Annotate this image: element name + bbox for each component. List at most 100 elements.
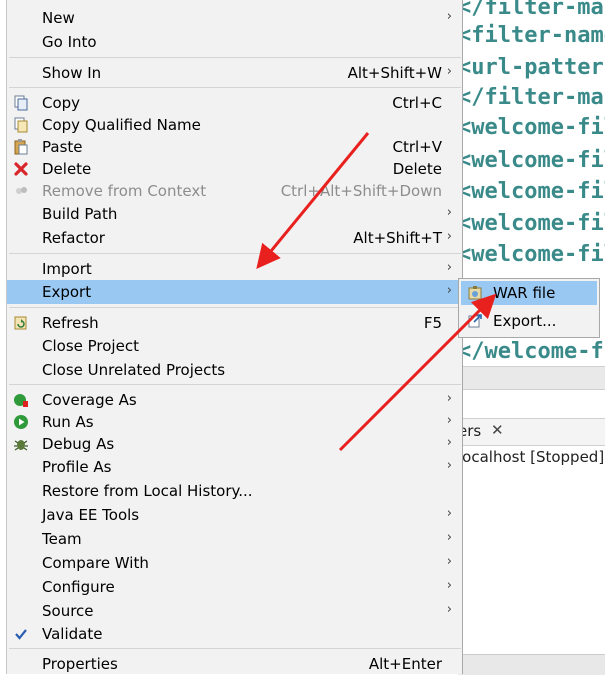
- code-line: <filter-name: [458, 22, 605, 50]
- menu-item-close-project[interactable]: Close Project: [7, 334, 462, 358]
- submenu-arrow-icon: ›: [446, 283, 452, 298]
- menu-item-label: Copy Qualified Name: [42, 116, 201, 134]
- close-icon[interactable]: ✕: [491, 421, 504, 439]
- submenu-item-label: WAR file: [493, 284, 556, 302]
- menu-item-label: Profile As: [42, 458, 112, 476]
- menu-item-go-into[interactable]: Go Into: [7, 30, 462, 54]
- menu-item-label: Debug As: [42, 435, 115, 453]
- menu-item-debug-as[interactable]: Debug As ›: [7, 432, 462, 456]
- menu-item-label: Team: [42, 530, 82, 548]
- menu-item-label: Restore from Local History...: [42, 482, 253, 500]
- context-menu: New › Go Into Show In Alt+Shift+W › Copy…: [6, 0, 463, 674]
- xml-tag: </filter-mapping>: [458, 85, 605, 110]
- code-line: <welcome-file>in: [458, 147, 605, 175]
- menu-item-close-unrelated-projects[interactable]: Close Unrelated Projects: [7, 358, 462, 382]
- export-submenu: WAR file Export...: [458, 278, 600, 338]
- menu-item-export[interactable]: Export ›: [7, 280, 462, 304]
- xml-tag: </welcome-file-lis: [458, 339, 605, 364]
- submenu-item-export[interactable]: Export...: [461, 309, 597, 333]
- submenu-arrow-icon: ›: [446, 391, 452, 406]
- menu-item-refactor[interactable]: Refactor Alt+Shift+T ›: [7, 226, 462, 250]
- menu-item-show-in[interactable]: Show In Alt+Shift+W ›: [7, 61, 462, 85]
- xml-tag: <filter-name: [458, 23, 605, 48]
- menu-item-restore-from-local-history[interactable]: Restore from Local History...: [7, 479, 462, 503]
- bug-icon: [13, 436, 29, 452]
- shortcut-label: Alt+Shift+W: [347, 64, 442, 82]
- menu-item-compare-with[interactable]: Compare With ›: [7, 551, 462, 575]
- submenu-arrow-icon: ›: [446, 9, 452, 24]
- menu-separator: [9, 253, 461, 254]
- xml-tag: <welcome-file>: [458, 242, 605, 267]
- copy-qualified-icon: [13, 117, 29, 133]
- menu-item-profile-as[interactable]: Profile As ›: [7, 455, 462, 479]
- shortcut-label: Ctrl+C: [392, 94, 442, 112]
- code-line: <welcome-file>in: [458, 178, 605, 206]
- menu-item-java-ee-tools[interactable]: Java EE Tools ›: [7, 503, 462, 527]
- menu-item-delete[interactable]: Delete Delete: [7, 157, 462, 181]
- delete-icon: [13, 161, 29, 177]
- code-line: <url-pattern: [458, 54, 605, 82]
- submenu-arrow-icon: ›: [446, 554, 452, 569]
- menu-item-label: Close Project: [42, 337, 139, 355]
- menu-separator: [9, 87, 461, 88]
- coverage-icon: [13, 392, 29, 408]
- submenu-arrow-icon: ›: [446, 260, 452, 275]
- submenu-arrow-icon: ›: [446, 435, 452, 450]
- menu-item-label: Remove from Context: [42, 182, 207, 200]
- xml-tag: <welcome-file>: [458, 211, 605, 236]
- status-bar: [458, 654, 605, 675]
- menu-item-label: Show In: [42, 64, 102, 82]
- menu-item-label: Copy: [42, 94, 81, 112]
- submenu-arrow-icon: ›: [446, 506, 452, 521]
- menu-item-paste[interactable]: Paste Ctrl+V: [7, 135, 462, 159]
- code-line: </filter-mapping>: [458, 0, 605, 22]
- menu-item-label: Compare With: [42, 554, 149, 572]
- menu-item-label: Close Unrelated Projects: [42, 361, 226, 379]
- menu-item-label: Properties: [42, 655, 118, 673]
- menu-item-refresh[interactable]: Refresh F5: [7, 311, 462, 335]
- server-row[interactable]: localhost [Stopped]: [458, 448, 604, 466]
- menu-item-label: New: [42, 9, 75, 27]
- export-icon: [467, 313, 483, 329]
- menu-item-label: Refactor: [42, 229, 105, 247]
- menu-item-coverage-as[interactable]: Coverage As ›: [7, 388, 462, 412]
- menu-item-copy-qualified-name[interactable]: Copy Qualified Name: [7, 113, 462, 137]
- menu-item-validate[interactable]: Validate: [7, 622, 462, 646]
- menu-item-new[interactable]: New ›: [7, 6, 462, 30]
- menu-item-label: Import: [42, 260, 92, 278]
- menu-item-configure[interactable]: Configure ›: [7, 575, 462, 599]
- shortcut-label: Ctrl+Alt+Shift+Down: [280, 182, 442, 200]
- menu-item-build-path[interactable]: Build Path ›: [7, 202, 462, 226]
- refresh-icon: [13, 315, 29, 331]
- menu-item-label: Go Into: [42, 33, 97, 51]
- menu-item-label: Refresh: [42, 314, 99, 332]
- menu-item-run-as[interactable]: Run As ›: [7, 410, 462, 434]
- code-line: </welcome-file-lis: [458, 338, 605, 366]
- menu-item-source[interactable]: Source ›: [7, 599, 462, 623]
- menu-item-copy[interactable]: Copy Ctrl+C: [7, 91, 462, 115]
- shortcut-label: Delete: [392, 160, 442, 178]
- submenu-arrow-icon: ›: [446, 578, 452, 593]
- submenu-arrow-icon: ›: [446, 229, 452, 244]
- menu-separator: [9, 57, 461, 58]
- submenu-arrow-icon: ›: [446, 413, 452, 428]
- xml-tag: <welcome-file>: [458, 179, 605, 204]
- menu-item-label: Delete: [42, 160, 92, 178]
- menu-item-label: Coverage As: [42, 391, 137, 409]
- submenu-item-war-file[interactable]: WAR file: [461, 281, 597, 305]
- menu-item-label: Configure: [42, 578, 115, 596]
- submenu-arrow-icon: ›: [446, 602, 452, 617]
- shortcut-label: Ctrl+V: [392, 138, 442, 156]
- menu-item-remove-from-context[interactable]: Remove from Context Ctrl+Alt+Shift+Down: [7, 179, 462, 203]
- menu-item-import[interactable]: Import ›: [7, 257, 462, 281]
- menu-separator: [9, 384, 461, 385]
- submenu-arrow-icon: ›: [446, 530, 452, 545]
- menu-item-label: Paste: [42, 138, 83, 156]
- xml-tag: </filter-mapping>: [458, 0, 605, 20]
- xml-tag: <welcome-file-list>: [458, 115, 605, 140]
- paste-icon: [13, 139, 29, 155]
- run-icon: [13, 414, 29, 430]
- menu-item-properties[interactable]: Properties Alt+Enter: [7, 652, 462, 676]
- menu-item-label: Java EE Tools: [42, 506, 140, 524]
- menu-item-team[interactable]: Team ›: [7, 527, 462, 551]
